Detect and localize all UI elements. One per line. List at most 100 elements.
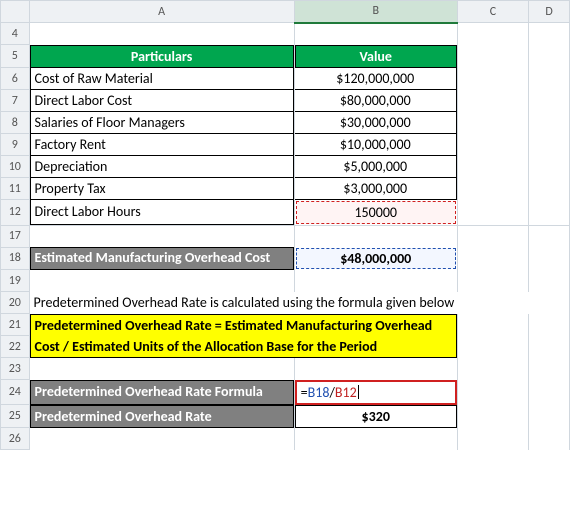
col-header-D[interactable]: D (529, 1, 570, 23)
row-header-26[interactable]: 26 (1, 428, 30, 450)
cell-B4[interactable] (294, 23, 457, 45)
col-header-A[interactable]: A (29, 1, 294, 23)
cell-A26[interactable] (29, 428, 294, 450)
row-header-6[interactable]: 6 (1, 68, 30, 90)
cell-B6[interactable]: $120,000,000 (294, 68, 457, 90)
cell-C21[interactable] (457, 314, 528, 336)
cell-C22[interactable] (457, 336, 528, 358)
cell-C24[interactable] (457, 380, 528, 405)
cell-A19[interactable] (29, 270, 294, 292)
cell-D17[interactable] (529, 225, 570, 247)
cell-A18[interactable]: Estimated Manufacturing Overhead Cost (29, 247, 294, 270)
cell-B26[interactable] (294, 428, 457, 450)
cell-C12[interactable] (457, 200, 528, 226)
cell-B18[interactable]: $48,000,000 (294, 247, 457, 270)
cell-A23[interactable] (29, 358, 294, 380)
col-header-C[interactable]: C (457, 1, 528, 23)
cell-A4[interactable] (29, 23, 294, 45)
cell-D8[interactable] (529, 112, 570, 134)
cell-D5[interactable] (529, 45, 570, 68)
formula-edit-box[interactable]: =B18/B12 (295, 380, 457, 405)
cell-D21[interactable] (529, 314, 570, 336)
cell-D7[interactable] (529, 90, 570, 112)
row-header-12[interactable]: 12 (1, 200, 30, 226)
cell-A17[interactable] (29, 225, 294, 247)
cell-C19[interactable] (457, 270, 528, 292)
cell-D22[interactable] (529, 336, 570, 358)
cell-D18[interactable] (529, 247, 570, 270)
row-header-10[interactable]: 10 (1, 156, 30, 178)
cell-D9[interactable] (529, 134, 570, 156)
cell-B24[interactable]: =B18/B12 (294, 380, 457, 405)
cell-C17[interactable] (457, 225, 528, 247)
cell-C26[interactable] (457, 428, 528, 450)
cell-D24[interactable] (529, 380, 570, 405)
cell-D6[interactable] (529, 68, 570, 90)
row-header-11[interactable]: 11 (1, 178, 30, 200)
row-header-24[interactable]: 24 (1, 380, 30, 405)
label: Factory Rent (30, 134, 294, 156)
cell-B17[interactable] (294, 225, 457, 247)
cell-C18[interactable] (457, 247, 528, 270)
cell-B11[interactable]: $3,000,000 (294, 178, 457, 200)
select-all-corner[interactable] (1, 1, 30, 23)
row-header-19[interactable]: 19 (1, 270, 30, 292)
row-header-20[interactable]: 20 (1, 292, 30, 314)
cell-D26[interactable] (529, 428, 570, 450)
row-header-25[interactable]: 25 (1, 405, 30, 428)
row-header-22[interactable]: 22 (1, 336, 30, 358)
cell-A8[interactable]: Salaries of Floor Managers (29, 112, 294, 134)
cell-A12[interactable]: Direct Labor Hours (29, 200, 294, 226)
cell-A6[interactable]: Cost of Raw Material (29, 68, 294, 90)
row-header-23[interactable]: 23 (1, 358, 30, 380)
cell-B10[interactable]: $5,000,000 (294, 156, 457, 178)
spreadsheet-grid[interactable]: A B C D 4 5 Particulars Value 6 Cost of … (0, 0, 570, 450)
col-header-B[interactable]: B (294, 1, 457, 23)
cell-A22[interactable]: Cost / Estimated Units of the Allocation… (29, 336, 457, 358)
value: $120,000,000 (295, 68, 457, 90)
cell-C9[interactable] (457, 134, 528, 156)
row-header-21[interactable]: 21 (1, 314, 30, 336)
cell-D11[interactable] (529, 178, 570, 200)
cell-C4[interactable] (457, 23, 528, 45)
cell-C5[interactable] (457, 45, 528, 68)
cell-D19[interactable] (529, 270, 570, 292)
row-header-8[interactable]: 8 (1, 112, 30, 134)
cell-D23[interactable] (529, 358, 570, 380)
cell-A20[interactable]: Predetermined Overhead Rate is calculate… (29, 292, 569, 314)
cell-B25[interactable]: $320 (294, 405, 457, 428)
cell-B12[interactable]: 150000 (294, 200, 457, 226)
cell-A5[interactable]: Particulars (29, 45, 294, 68)
cell-A21[interactable]: Predetermined Overhead Rate = Estimated … (29, 314, 457, 336)
cell-C10[interactable] (457, 156, 528, 178)
cell-C11[interactable] (457, 178, 528, 200)
row-header-17[interactable]: 17 (1, 225, 30, 247)
row-header-18[interactable]: 18 (1, 247, 30, 270)
cell-B19[interactable] (294, 270, 457, 292)
cell-D4[interactable] (529, 23, 570, 45)
cell-C7[interactable] (457, 90, 528, 112)
formula-text-1: Predetermined Overhead Rate = Estimated … (30, 314, 457, 336)
cell-B5[interactable]: Value (294, 45, 457, 68)
cell-A9[interactable]: Factory Rent (29, 134, 294, 156)
cell-A7[interactable]: Direct Labor Cost (29, 90, 294, 112)
cell-D25[interactable] (529, 405, 570, 428)
cell-D12[interactable] (529, 200, 570, 226)
cell-A10[interactable]: Depreciation (29, 156, 294, 178)
cell-A11[interactable]: Property Tax (29, 178, 294, 200)
cell-B7[interactable]: $80,000,000 (294, 90, 457, 112)
cell-A24[interactable]: Predetermined Overhead Rate Formula (29, 380, 294, 405)
cell-C25[interactable] (457, 405, 528, 428)
row-header-5[interactable]: 5 (1, 45, 30, 68)
row-header-9[interactable]: 9 (1, 134, 30, 156)
row-header-4[interactable]: 4 (1, 23, 30, 45)
cell-B23[interactable] (294, 358, 457, 380)
cell-C6[interactable] (457, 68, 528, 90)
cell-B9[interactable]: $10,000,000 (294, 134, 457, 156)
cell-C23[interactable] (457, 358, 528, 380)
cell-C8[interactable] (457, 112, 528, 134)
cell-D10[interactable] (529, 156, 570, 178)
cell-A25[interactable]: Predetermined Overhead Rate (29, 405, 294, 428)
cell-B8[interactable]: $30,000,000 (294, 112, 457, 134)
row-header-7[interactable]: 7 (1, 90, 30, 112)
